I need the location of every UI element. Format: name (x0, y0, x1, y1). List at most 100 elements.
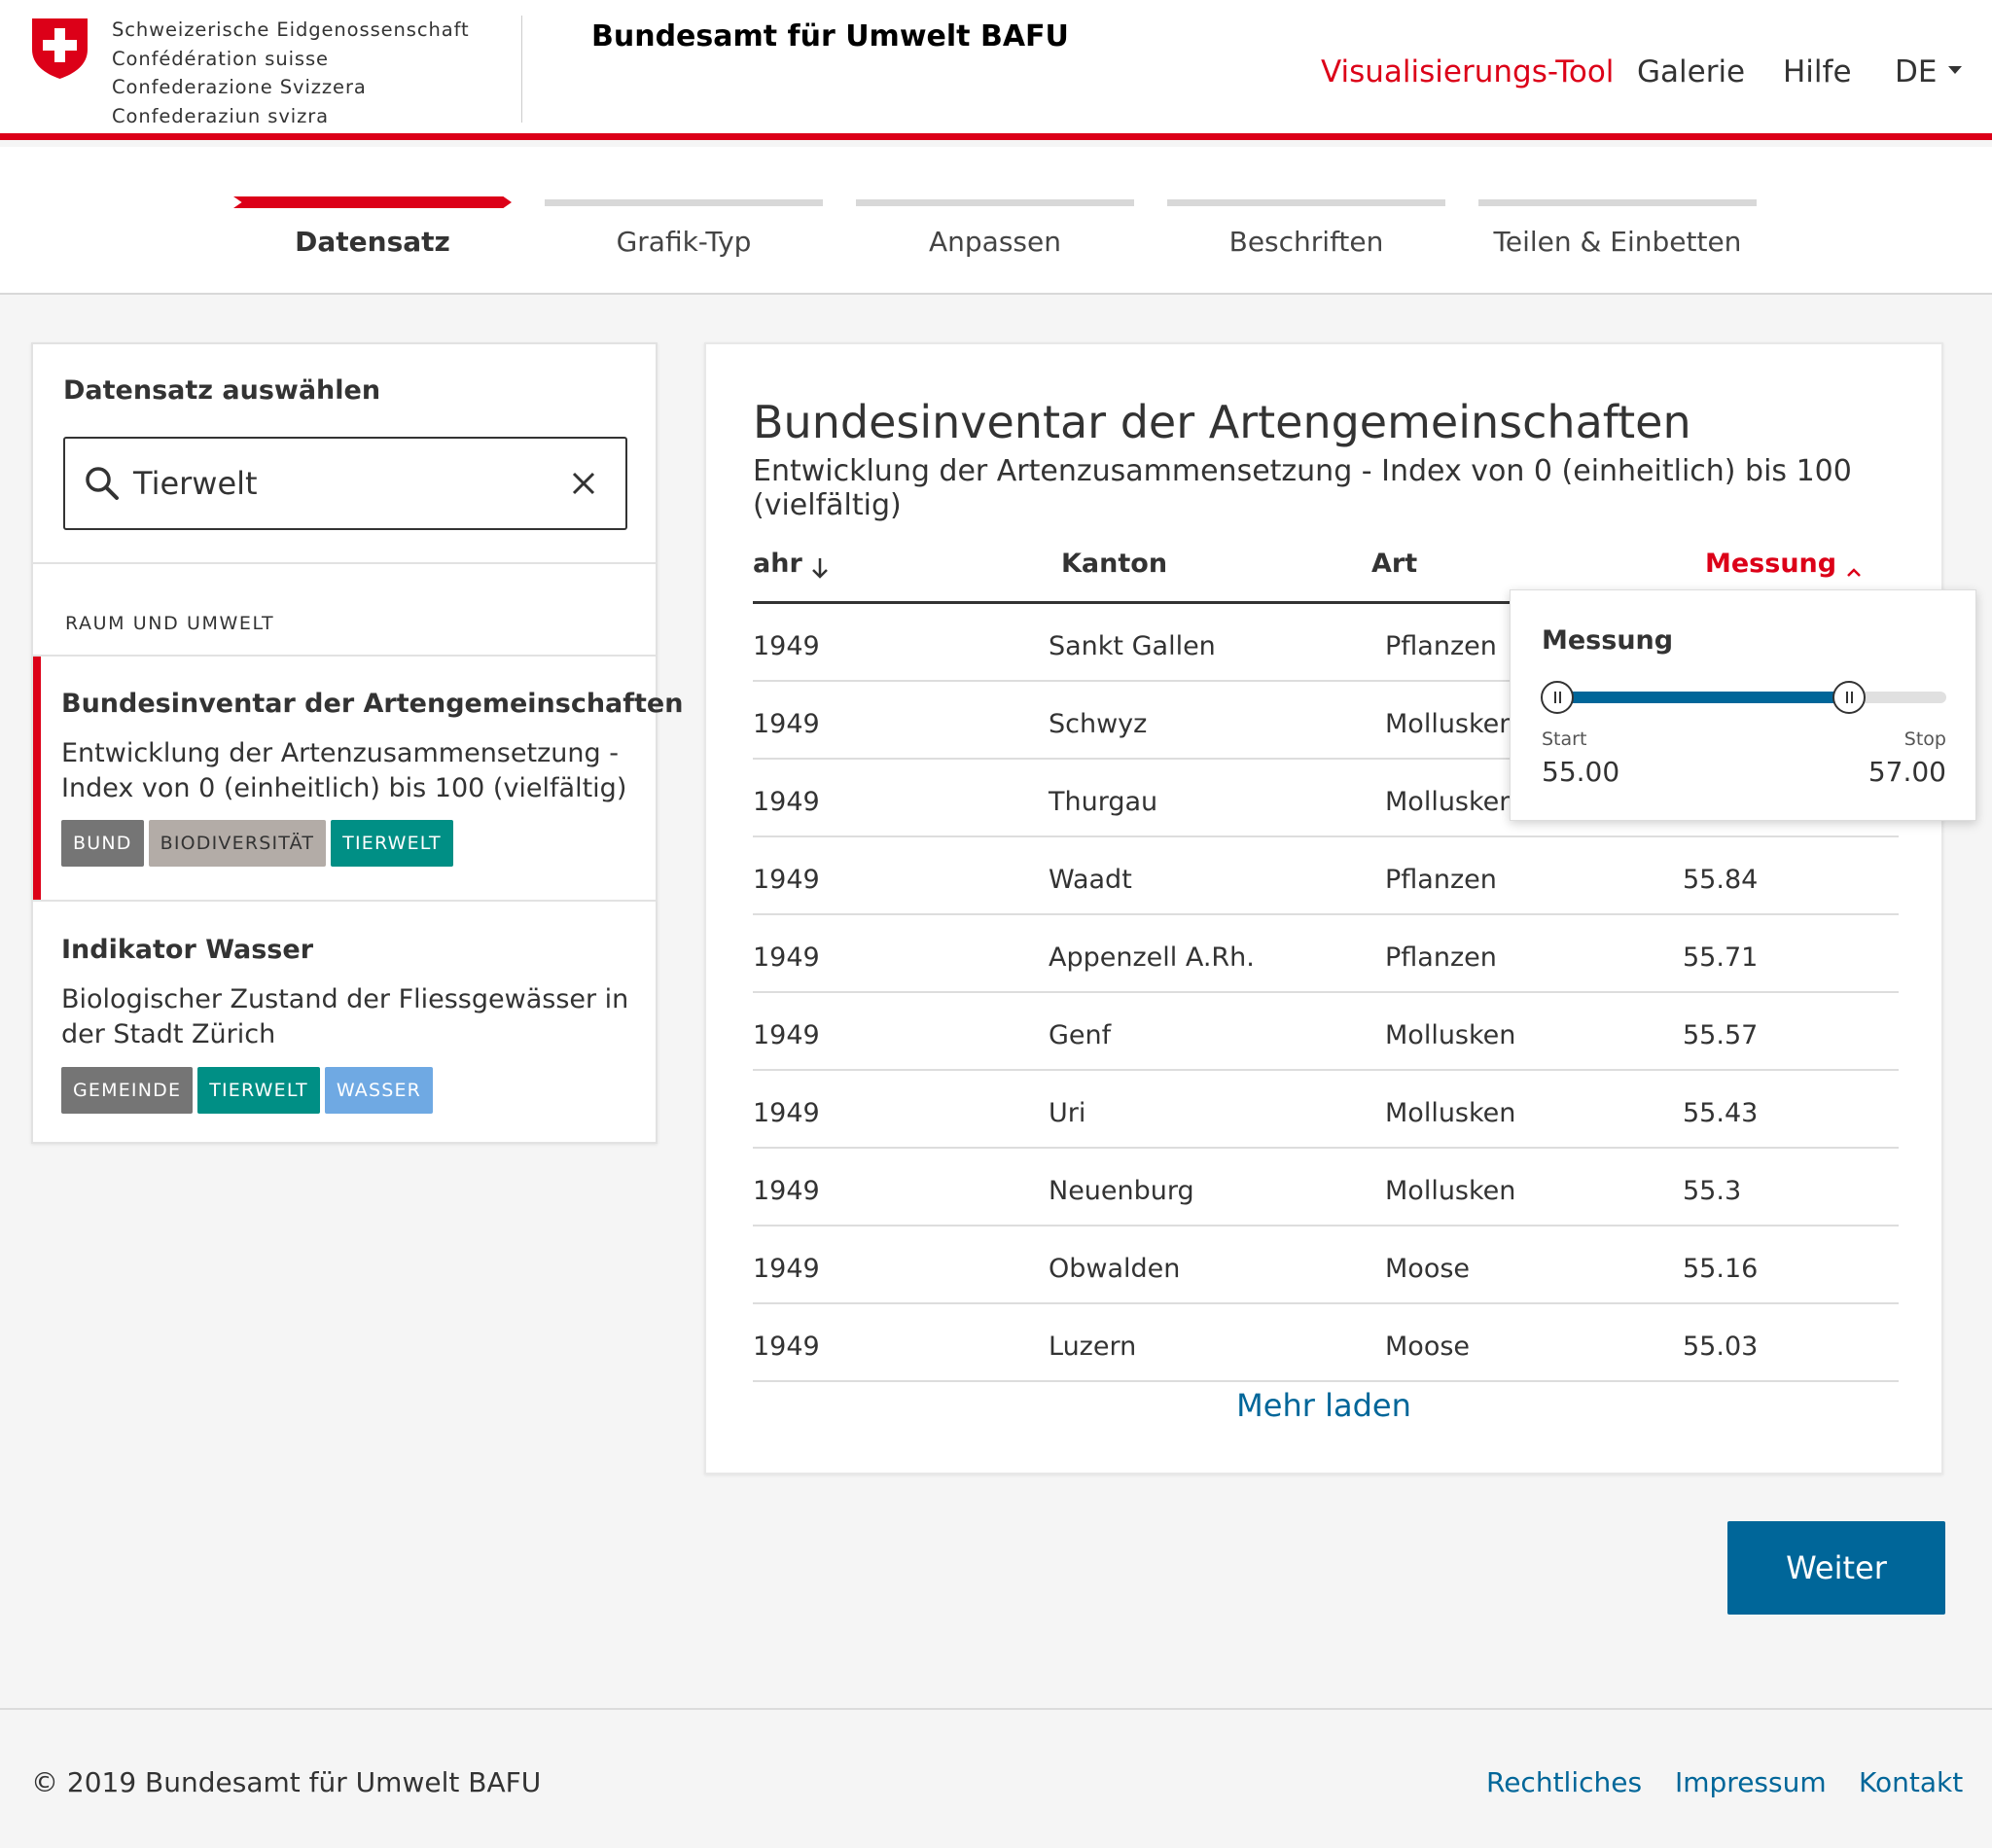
dataset-item-bundesinventar[interactable]: Bundesinventar der Artengemeinschaften E… (33, 657, 683, 900)
range-start-label: Start (1542, 729, 1587, 750)
step-teilen-einbetten[interactable]: Teilen & Einbetten (1478, 199, 1759, 267)
step-progress-bar (233, 196, 512, 208)
dataset-search-input[interactable]: Tierwelt (63, 437, 627, 530)
panel-title: Datensatz auswählen (63, 375, 381, 406)
confederation-line: Confederaziun svizra (112, 104, 329, 127)
cell-jahr: 1949 (753, 1098, 820, 1128)
tag-badge: TIERWELT (331, 820, 453, 867)
cell-kanton: Uri (1049, 1098, 1086, 1128)
step-anpassen[interactable]: Anpassen (856, 199, 1136, 267)
next-button[interactable]: Weiter (1727, 1521, 1945, 1615)
range-slider-fill (1557, 692, 1849, 703)
table-row: 1949 Waadt Pflanzen 55.84 (753, 837, 1899, 915)
cell-jahr: 1949 (753, 942, 820, 973)
step-progress-bar (856, 199, 1134, 206)
confederation-names: Schweizerische Eidgenossenschaft Confédé… (112, 16, 470, 130)
column-label: Jahr (753, 549, 802, 579)
search-icon (86, 467, 119, 500)
dataset-selection-panel: Datensatz auswählen Tierwelt RAUM UND UM… (31, 342, 683, 1144)
language-label: DE (1895, 54, 1938, 89)
load-more-link[interactable]: Mehr laden (706, 1387, 1941, 1424)
cell-messung: 55.57 (1683, 1020, 1759, 1050)
cell-messung: 55.03 (1683, 1332, 1759, 1362)
cell-jahr: 1949 (753, 1020, 820, 1050)
cell-kanton: Neuenburg (1049, 1176, 1194, 1206)
cell-kanton: Thurgau (1049, 787, 1158, 817)
footer-link-kontakt[interactable]: Kontakt (1859, 1766, 1963, 1798)
cell-jahr: 1949 (753, 709, 820, 739)
search-value: Tierwelt (133, 465, 258, 502)
step-progress-bar (1478, 199, 1757, 206)
cell-jahr: 1949 (753, 1176, 820, 1206)
range-start-handle[interactable] (1541, 681, 1574, 714)
language-selector[interactable]: DE (1895, 54, 1963, 89)
office-title[interactable]: Bundesamt für Umwelt BAFU (591, 19, 1069, 53)
cell-art: Mollusken (1385, 1098, 1516, 1128)
step-label: Grafik-Typ (616, 226, 752, 258)
filter-title: Messung (1542, 625, 1674, 656)
cell-art: Moose (1385, 1332, 1471, 1362)
confederation-line: Confédération suisse (112, 47, 329, 70)
swiss-coat-of-arms-icon (32, 18, 88, 79)
range-stop-label: Stop (1903, 729, 1946, 750)
range-start-value: 55.00 (1542, 756, 1620, 788)
table-row: 1949 Genf Mollusken 55.57 (753, 993, 1899, 1071)
step-grafik-typ[interactable]: Grafik-Typ (545, 199, 825, 267)
column-header-messung[interactable]: Messung (1705, 549, 1862, 579)
cell-kanton: Obwalden (1049, 1254, 1181, 1284)
cell-messung: 55.71 (1683, 942, 1759, 973)
cell-kanton: Genf (1049, 1020, 1112, 1050)
dataset-tags: BUND BIODIVERSITÄT TIERWELT (61, 820, 458, 867)
close-icon[interactable] (564, 464, 603, 503)
cell-art: Pflanzen (1385, 942, 1497, 973)
step-label: Anpassen (929, 226, 1061, 258)
nav-visualisierungs-tool[interactable]: Visualisierungs-Tool (1321, 54, 1614, 89)
nav-hilfe[interactable]: Hilfe (1783, 54, 1852, 89)
table-row: 1949 Neuenburg Mollusken 55.3 (753, 1149, 1899, 1226)
tag-badge: TIERWELT (197, 1067, 320, 1114)
step-datensatz[interactable]: Datensatz (233, 196, 514, 267)
step-progress-bar (1167, 199, 1445, 206)
dataset-item-indikator-wasser[interactable]: Indikator Wasser Biologischer Zustand de… (33, 902, 656, 1142)
site-footer: © 2019 Bundesamt für Umwelt BAFU Rechtli… (0, 1708, 1992, 1848)
dataset-description: Entwicklung der Artenzusammensetzung - I… (61, 738, 627, 803)
cell-messung: 55.43 (1683, 1098, 1759, 1128)
cell-jahr: 1949 (753, 1254, 820, 1284)
column-header-kanton[interactable]: Kanton (1061, 549, 1167, 579)
footer-link-impressum[interactable]: Impressum (1675, 1766, 1827, 1798)
step-beschriften[interactable]: Beschriften (1167, 199, 1447, 267)
cell-jahr: 1949 (753, 1332, 820, 1362)
step-label: Teilen & Einbetten (1493, 226, 1742, 258)
cell-messung: 55.84 (1683, 865, 1759, 895)
cell-art: Mollusken (1385, 787, 1516, 817)
step-label: Beschriften (1228, 226, 1384, 258)
step-navigation: Datensatz Grafik-Typ Anpassen Beschrifte… (0, 147, 1992, 295)
divider (33, 562, 656, 564)
footer-link-rechtliches[interactable]: Rechtliches (1486, 1766, 1642, 1798)
step-progress-bar (545, 199, 823, 206)
confederation-line: Schweizerische Eidgenossenschaft (112, 18, 470, 41)
arrow-down-icon (812, 558, 829, 579)
cell-jahr: 1949 (753, 787, 820, 817)
chevron-down-icon (1948, 65, 1963, 74)
range-stop-handle[interactable] (1832, 681, 1866, 714)
column-header-art[interactable]: Art (1371, 549, 1417, 579)
copyright: © 2019 Bundesamt für Umwelt BAFU (31, 1766, 542, 1798)
dataset-tags: GEMEINDE TIERWELT WASSER (61, 1067, 438, 1114)
dataset-title: Bundesinventar der Artengemeinschaften (61, 689, 684, 719)
range-slider[interactable] (1541, 681, 1946, 714)
range-stop-value: 57.00 (1868, 756, 1946, 788)
column-header-jahr[interactable]: Jahr (753, 549, 829, 580)
cell-jahr: 1949 (753, 631, 820, 661)
nav-galerie[interactable]: Galerie (1637, 54, 1745, 89)
tag-badge: WASSER (324, 1067, 434, 1114)
cell-art: Moose (1385, 1254, 1471, 1284)
dataset-description: Biologischer Zustand der Fliessgewässer … (61, 984, 629, 1049)
tag-badge: BUND (61, 820, 144, 867)
cell-kanton: Sankt Gallen (1049, 631, 1216, 661)
messung-filter-popover: Messung Start Stop 55.00 57.00 (1510, 589, 1976, 821)
preview-subtitle: Entwicklung der Artenzusammensetzung - I… (753, 454, 1852, 522)
cell-art: Mollusken (1385, 1176, 1516, 1206)
cell-kanton: Schwyz (1049, 709, 1148, 739)
cell-messung: 55.3 (1683, 1176, 1742, 1206)
